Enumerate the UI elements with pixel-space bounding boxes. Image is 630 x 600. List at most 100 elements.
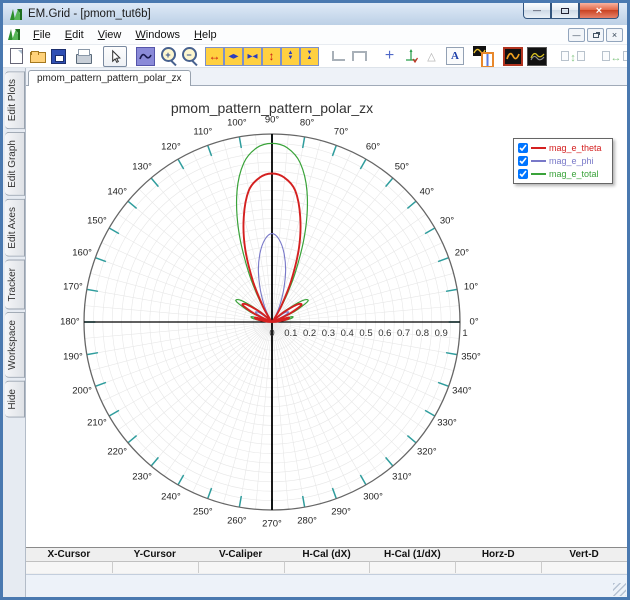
sidebar-tab-edit-axes[interactable]: Edit Axes (5, 199, 25, 257)
shrink-y-button[interactable] (300, 46, 319, 66)
mdi-document-icon (8, 29, 20, 40)
text-annotation-button[interactable] (446, 47, 464, 65)
zoom-out-button[interactable] (180, 46, 201, 67)
crosshair-tool-button[interactable] (379, 46, 400, 67)
menu-file[interactable]: File (26, 27, 58, 43)
svg-text:280°: 280° (297, 516, 317, 527)
svg-text:0.9: 0.9 (435, 328, 448, 339)
readout-value-row (26, 561, 627, 573)
svg-text:120°: 120° (161, 141, 181, 152)
menu-view[interactable]: View (91, 27, 129, 43)
svg-text:320°: 320° (417, 446, 437, 457)
content-area: pmom_pattern_pattern_polar_zx 0° 10° 20° 30… (25, 68, 627, 597)
svg-text:190°: 190° (63, 352, 83, 363)
legend-line-sample (531, 147, 546, 149)
expand-y-button[interactable] (262, 46, 281, 66)
svg-text:230°: 230° (132, 471, 152, 482)
svg-text:50°: 50° (395, 162, 410, 173)
svg-text:180°: 180° (60, 317, 80, 328)
svg-text:300°: 300° (363, 492, 383, 503)
svg-text:0.3: 0.3 (322, 328, 335, 339)
svg-text:330°: 330° (437, 418, 457, 429)
svg-text:270°: 270° (262, 519, 282, 530)
pointer-tool-button[interactable] (103, 45, 127, 67)
svg-text:60°: 60° (366, 141, 381, 152)
status-bar (26, 574, 627, 597)
readout-value (111, 561, 198, 573)
toolbar: Layou (3, 45, 627, 68)
menu-windows[interactable]: Windows (128, 27, 187, 43)
document-tab[interactable]: pmom_pattern_pattern_polar_zx (28, 70, 191, 86)
placeholder-box (622, 51, 627, 61)
wave-red-icon (506, 52, 520, 60)
legend-checkbox-mag-e-phi[interactable] (518, 156, 528, 166)
svg-text:240°: 240° (161, 492, 181, 503)
cursor-readout-table: X-Cursor Y-Cursor V-Caliper H-Cal (dX) H… (26, 547, 627, 574)
svg-text:0.8: 0.8 (416, 328, 429, 339)
legend-checkbox-mag-e-total[interactable] (518, 169, 528, 179)
svg-text:100°: 100° (227, 117, 247, 128)
v-spacing-button (556, 46, 590, 67)
minimize-button[interactable] (523, 3, 551, 19)
sidebar-tab-hide[interactable]: Hide (5, 381, 25, 418)
resize-grip[interactable] (613, 583, 626, 596)
legend-item: mag_e_theta (518, 142, 608, 154)
svg-text:10°: 10° (464, 281, 479, 292)
legend-item: mag_e_phi (518, 155, 608, 167)
new-document-button[interactable] (6, 46, 27, 67)
readout-header-row: X-Cursor Y-Cursor V-Caliper H-Cal (dX) H… (26, 548, 627, 561)
svg-text:0.7: 0.7 (397, 328, 410, 339)
svg-text:200°: 200° (72, 386, 92, 397)
readout-col-h-cal-dx: H-Cal (dX) (302, 549, 351, 560)
plot-style-button[interactable] (503, 46, 523, 66)
restore-icon (592, 32, 599, 38)
plot-overlay-button[interactable] (527, 46, 547, 66)
close-button[interactable] (579, 3, 619, 19)
stretch-y-button[interactable] (281, 46, 300, 66)
sidebar-tab-workspace[interactable]: Workspace (5, 312, 25, 379)
h-spacing-button (599, 46, 627, 67)
svg-text:0.4: 0.4 (341, 328, 354, 339)
svg-text:90°: 90° (265, 114, 280, 125)
mdi-window-controls (568, 28, 623, 42)
document-tab-bar: pmom_pattern_pattern_polar_zx (26, 68, 627, 86)
maximize-button[interactable] (551, 3, 579, 19)
sidebar-tab-tracker[interactable]: Tracker (5, 259, 25, 310)
open-file-button[interactable] (27, 46, 48, 67)
menu-edit[interactable]: Edit (58, 27, 91, 43)
save-button[interactable] (48, 46, 69, 67)
zoom-window-button[interactable] (136, 46, 155, 66)
legend-checkbox-mag-e-theta[interactable] (518, 143, 528, 153)
menu-help[interactable]: Help (187, 27, 224, 43)
mdi-minimize-button[interactable] (568, 28, 585, 42)
zoom-in-button[interactable] (159, 46, 180, 67)
shrink-x-button[interactable] (243, 46, 262, 66)
readout-value (541, 561, 627, 573)
wave-icon (139, 53, 152, 59)
readout-col-y-cursor: Y-Cursor (133, 549, 176, 560)
readout-value (369, 561, 456, 573)
stretch-x-button[interactable] (224, 46, 243, 66)
print-button[interactable] (73, 46, 94, 67)
menu-bar: File Edit View Windows Help (3, 25, 627, 45)
svg-text:130°: 130° (132, 162, 152, 173)
readout-col-horz-d: Horz-D (481, 549, 515, 560)
corner-tool-button (328, 46, 349, 67)
mdi-close-button[interactable] (606, 28, 623, 42)
subplot-tool-button[interactable] (473, 45, 494, 67)
legend-box: mag_e_theta mag_e_phi mag_e_total (513, 138, 613, 184)
axes-tool-button[interactable] (400, 46, 421, 67)
readout-value (283, 561, 370, 573)
svg-text:170°: 170° (63, 281, 83, 292)
expand-x-button[interactable] (205, 46, 224, 66)
svg-text:350°: 350° (461, 352, 481, 363)
sidebar-tab-edit-graph[interactable]: Edit Graph (5, 132, 25, 197)
sidebar-tab-edit-plots[interactable]: Edit Plots (5, 71, 25, 130)
title-bar: EM.Grid - [pmom_tut6b] (3, 3, 627, 25)
svg-text:250°: 250° (193, 506, 213, 517)
mdi-restore-button[interactable] (587, 28, 604, 42)
svg-text:0.1: 0.1 (284, 328, 297, 339)
svg-text:110°: 110° (193, 127, 212, 138)
placeholder-box (561, 51, 570, 61)
svg-text:70°: 70° (334, 127, 349, 138)
